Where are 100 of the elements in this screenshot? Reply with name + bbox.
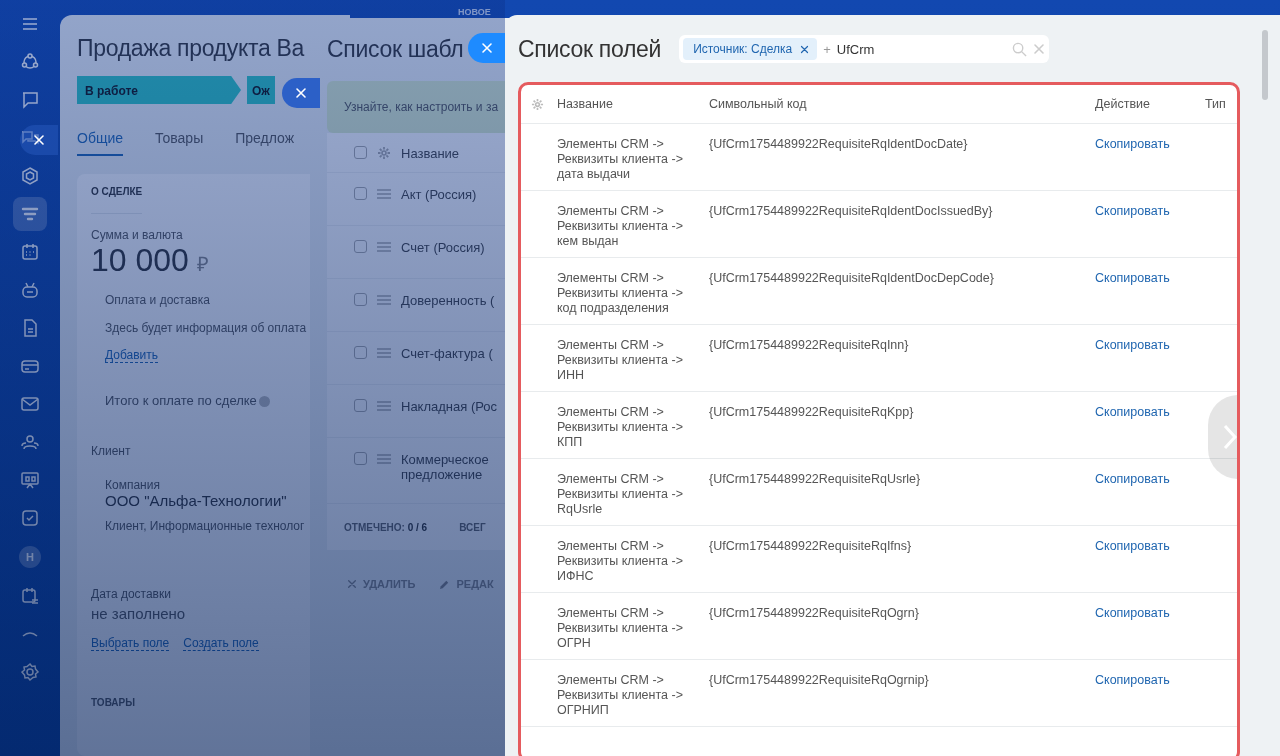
template-name[interactable]: Счет (Россия) — [401, 240, 501, 255]
checkbox[interactable] — [354, 146, 367, 159]
field-name: Элементы CRM -> Реквизиты клиента -> ОГРН — [557, 605, 683, 652]
field-code: {UfCrm1754489922RequisiteRqOgrnip} — [709, 672, 930, 689]
template-name[interactable]: Накладная (Рос — [401, 399, 501, 414]
placeholder-text: Здесь будет информация об оплата — [105, 321, 307, 335]
checkbox[interactable] — [354, 399, 367, 412]
search-icon[interactable] — [1012, 41, 1028, 57]
field-link[interactable]: Создать поле — [183, 636, 259, 651]
selected-count: ОТМЕЧЕНО: 0 / 6 — [344, 522, 428, 535]
chat-icon[interactable] — [20, 90, 40, 110]
close-icon[interactable] — [800, 44, 810, 54]
field-code: {UfCrm1754489922RequisiteRqIdentDocDate} — [709, 136, 969, 153]
board-icon[interactable] — [20, 470, 40, 490]
search-field[interactable]: Источник: Сделка + UfCrm — [679, 35, 1050, 63]
field-name: Элементы CRM -> Реквизиты клиента -> кем выдан — [557, 203, 683, 250]
help-icon[interactable] — [258, 396, 270, 408]
template-name[interactable]: Доверенность ( — [401, 293, 501, 308]
search-value: UfCrm — [836, 41, 876, 57]
pencil-icon — [439, 578, 451, 590]
close-button[interactable] — [468, 33, 506, 63]
copy-link[interactable]: Скопировать — [1095, 660, 1205, 726]
field-name: Элементы CRM -> Реквизиты клиента -> код подразделения — [557, 270, 683, 317]
template-name[interactable]: Акт (Россия) — [401, 187, 501, 202]
clear-icon[interactable] — [1033, 43, 1046, 55]
checkbox[interactable] — [354, 187, 367, 200]
drag-handle-icon[interactable] — [377, 454, 391, 464]
checkbox[interactable] — [354, 240, 367, 253]
field-code: {UfCrm1754489922RequisiteRqInn} — [709, 337, 910, 354]
field-name: Элементы CRM -> Реквизиты клиента -> ОГРНИП — [557, 672, 683, 719]
tab[interactable]: Предлож — [235, 130, 295, 156]
drag-handle-icon[interactable] — [377, 242, 391, 252]
stage-step[interactable]: В работе — [77, 76, 241, 104]
template-name[interactable]: Коммерческое предложение — [401, 452, 501, 482]
templates-title: Список шабл — [327, 36, 464, 63]
robot-icon[interactable] — [20, 280, 40, 300]
schedule-icon[interactable] — [20, 586, 40, 606]
people-icon[interactable] — [20, 432, 40, 452]
drag-handle-icon[interactable] — [377, 189, 391, 199]
column-header[interactable]: Название — [401, 146, 460, 161]
hexagon-icon[interactable] — [20, 166, 40, 186]
tab[interactable]: Товары — [155, 130, 204, 156]
copy-link[interactable]: Скопировать — [1095, 124, 1205, 190]
currency-sign: ₽ — [196, 252, 209, 277]
column-header[interactable]: Символьный код — [709, 97, 1095, 111]
deal-title: Продажа продукта Ва — [77, 35, 305, 62]
drag-handle-icon[interactable] — [377, 401, 391, 411]
close-button[interactable] — [20, 125, 58, 155]
field-code: {UfCrm1754489922RequisiteRqUsrle} — [709, 471, 922, 488]
checkbox[interactable] — [354, 346, 367, 359]
copy-link[interactable]: Скопировать — [1095, 191, 1205, 257]
field-code: {UfCrm1754489922RequisiteRqIdentDocDepCode} — [709, 270, 995, 287]
copy-link[interactable]: Скопировать — [1095, 459, 1205, 525]
settings-icon[interactable] — [531, 97, 544, 111]
stage-step[interactable]: Ож — [247, 76, 275, 104]
checkbox-icon[interactable] — [20, 508, 40, 528]
copy-link[interactable]: Скопировать — [1095, 593, 1205, 659]
column-header[interactable]: Тип — [1205, 97, 1235, 111]
column-header[interactable]: Действие — [1095, 97, 1205, 111]
filter-chip[interactable]: Источник: Сделка — [683, 38, 818, 60]
field-label: Клиент — [91, 444, 131, 458]
scrollbar[interactable] — [1262, 30, 1268, 100]
field-label: Оплата и доставка — [105, 293, 210, 307]
drag-handle-icon[interactable] — [377, 295, 391, 305]
amount-value: 10 000 — [91, 242, 189, 279]
column-header[interactable]: Название — [557, 97, 709, 111]
close-icon — [481, 42, 493, 54]
section-title: О СДЕЛКЕ — [91, 186, 143, 214]
total-count: ВСЕГ — [459, 522, 486, 535]
company-name[interactable]: ООО "Альфа-Технологии" — [105, 492, 287, 509]
orbit-icon[interactable] — [20, 52, 40, 72]
checkbox[interactable] — [354, 452, 367, 465]
checkbox[interactable] — [354, 293, 367, 306]
field-label: Дата доставки — [91, 587, 171, 601]
field-name: Элементы CRM -> Реквизиты клиента -> КПП — [557, 404, 683, 451]
copy-link[interactable]: Скопировать — [1095, 526, 1205, 592]
drag-handle-icon[interactable] — [377, 348, 391, 358]
fields-title: Список полей — [518, 35, 662, 63]
field-label: Итого к оплате по сделке — [105, 393, 257, 408]
copy-link[interactable]: Скопировать — [1095, 325, 1205, 391]
top-tab[interactable]: НОВОЕ — [458, 7, 491, 17]
field-code: {UfCrm1754489922RequisiteRqKpp} — [709, 404, 915, 421]
copy-link[interactable]: Скопировать — [1095, 392, 1205, 458]
close-icon — [347, 579, 357, 589]
settings-icon[interactable] — [377, 146, 391, 160]
copy-link[interactable]: Скопировать — [1095, 258, 1205, 324]
field-name: Элементы CRM -> Реквизиты клиента -> ИФНС — [557, 538, 683, 585]
template-name[interactable]: Счет-фактура ( — [401, 346, 501, 361]
section-title: ТОВАРЫ — [91, 697, 136, 708]
add-link[interactable]: Добавить — [105, 348, 159, 363]
field-name: Элементы CRM -> Реквизиты клиента -> дата выдачи — [557, 136, 683, 183]
calendar-icon[interactable] — [20, 242, 40, 262]
field-label: Сумма и валюта — [91, 228, 183, 242]
close-button[interactable] — [282, 78, 320, 108]
tab[interactable]: Общие — [77, 130, 124, 156]
field-value: не заполнено — [91, 605, 186, 622]
field-code: {UfCrm1754489922RequisiteRqIdentDocIssuedBy} — [709, 203, 994, 220]
mail-icon[interactable] — [20, 394, 40, 414]
field-link[interactable]: Выбрать поле — [91, 636, 170, 651]
close-icon — [295, 87, 307, 99]
